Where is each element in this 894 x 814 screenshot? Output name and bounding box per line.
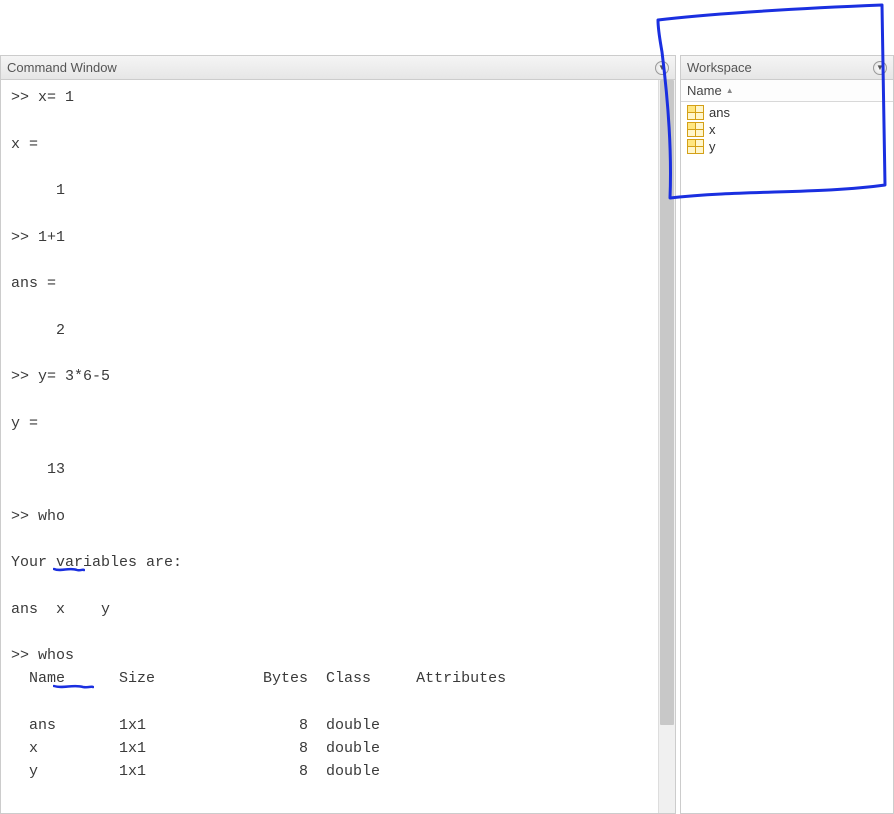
command-window-body: >> x= 1 x = 1 >> 1+1 ans = 2 >> y= 3*6-5… <box>1 80 675 813</box>
workspace-var-name: x <box>709 122 716 137</box>
workspace-body: ans x y <box>681 102 893 813</box>
scrollbar-thumb[interactable] <box>660 80 674 725</box>
variable-grid-icon <box>687 139 704 154</box>
underline-whos-annotation <box>53 683 94 691</box>
workspace-header: Workspace ▼ <box>681 56 893 80</box>
workspace-var-name: ans <box>709 105 730 120</box>
sort-ascending-icon: ▲ <box>726 86 734 95</box>
workspace-column-header[interactable]: Name ▲ <box>681 80 893 102</box>
variable-grid-icon <box>687 105 704 120</box>
column-name-label: Name <box>687 83 722 98</box>
workspace-var-row[interactable]: y <box>685 138 889 155</box>
workspace-var-name: y <box>709 139 716 154</box>
command-window-header: Command Window ▼ <box>1 56 675 80</box>
workspace-var-row[interactable]: ans <box>685 104 889 121</box>
scrollbar-track[interactable]: ▴ <box>658 80 675 813</box>
panel-menu-icon[interactable]: ▼ <box>873 61 887 75</box>
workspace-var-row[interactable]: x <box>685 121 889 138</box>
command-window-panel: Command Window ▼ >> x= 1 x = 1 >> 1+1 an… <box>0 55 676 814</box>
workspace-panel: Workspace ▼ Name ▲ ans x y <box>680 55 894 814</box>
panel-menu-icon[interactable]: ▼ <box>655 61 669 75</box>
command-window-title: Command Window <box>7 60 117 75</box>
command-window-content[interactable]: >> x= 1 x = 1 >> 1+1 ans = 2 >> y= 3*6-5… <box>1 80 658 813</box>
workspace-title: Workspace <box>687 60 752 75</box>
underline-who-annotation <box>53 566 85 574</box>
variable-grid-icon <box>687 122 704 137</box>
